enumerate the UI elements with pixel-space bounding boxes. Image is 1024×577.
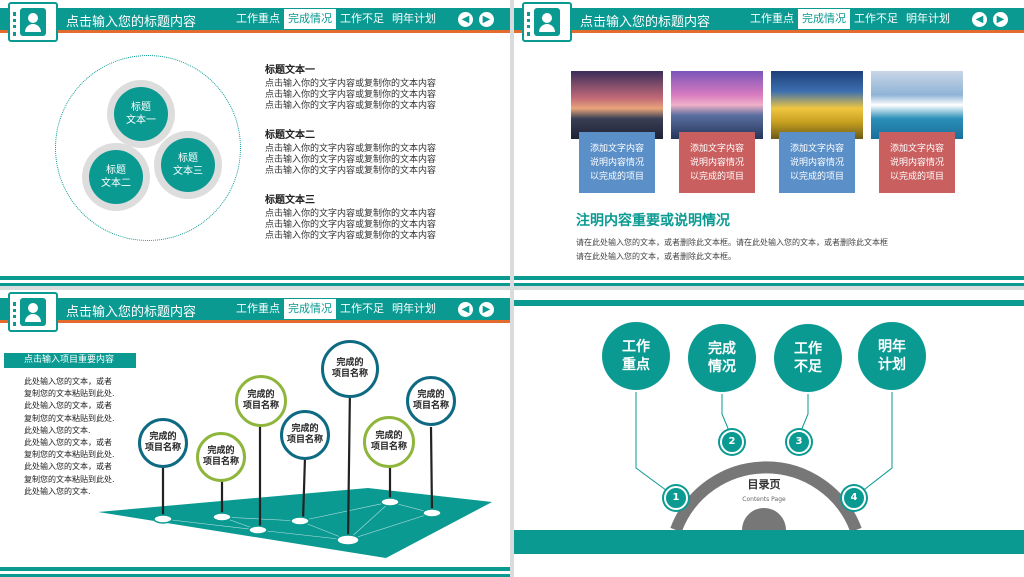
project-node-7[interactable]: 完成的 项目名称 [406, 376, 456, 426]
slide-thumbnail-2[interactable]: 点击输入您的标题内容 工作重点 完成情况 工作不足 明年计划 ◀ ▶ 添加文字内… [514, 0, 1024, 286]
footer-bar [0, 567, 510, 571]
slide-title[interactable]: 点击输入您的标题内容 [66, 11, 196, 30]
circle-label: 标题 文本三 [161, 138, 215, 192]
block-line: 点击输入你的文字内容或复制你的文本内容 [265, 209, 437, 219]
number-badge-1: 1 [664, 486, 688, 510]
project-map-graphic [98, 387, 492, 558]
footer-band [514, 530, 1024, 554]
slide-thumbnail-1[interactable]: 点击输入您的标题内容 工作重点 完成情况 工作不足 明年计划 ◀ ▶ 标题 文本… [0, 0, 510, 286]
text-block-2[interactable]: 标题文本二 点击输入你的文字内容或复制你的文本内容 点击输入你的文字内容或复制你… [265, 126, 505, 177]
tab-bar: 工作重点 完成情况 工作不足 明年计划 [746, 9, 954, 29]
circle-title-2[interactable]: 标题 文本二 [82, 143, 150, 211]
tab-next-year-plan[interactable]: 明年计划 [388, 9, 440, 29]
circle-label: 标题 文本一 [114, 87, 168, 141]
header-accent-line [514, 30, 1024, 33]
footer-bar [514, 276, 1024, 280]
project-node-6[interactable]: 完成的 项目名称 [363, 416, 415, 468]
caption-box-3[interactable]: 添加文字内容 说明内容情况 以完成的项目 [779, 132, 855, 193]
contents-subtitle: Contents Page [742, 496, 786, 503]
number-badge-3: 3 [787, 430, 811, 454]
text-block-1[interactable]: 标题文本一 点击输入你的文字内容或复制你的文本内容 点击输入你的文字内容或复制你… [265, 61, 505, 112]
block-line: 点击输入你的文字内容或复制你的文本内容 [265, 144, 437, 154]
chevron-left-icon[interactable]: ◀ [458, 12, 473, 27]
tab-completion[interactable]: 完成情况 [284, 9, 336, 29]
number-badge-2: 2 [720, 430, 744, 454]
block-title: 标题文本二 [265, 130, 315, 141]
block-line: 点击输入你的文字内容或复制你的文本内容 [265, 166, 437, 176]
circle-title-3[interactable]: 标题 文本三 [154, 131, 222, 199]
block-line: 点击输入你的文字内容或复制你的文本内容 [265, 220, 437, 230]
caption-box-2[interactable]: 添加文字内容 说明内容情况 以完成的项目 [679, 132, 755, 193]
contents-item-4[interactable]: 明年 计划 [858, 322, 926, 390]
photo-iceberg[interactable] [871, 71, 963, 139]
project-node-1[interactable]: 完成的 项目名称 [138, 418, 188, 468]
photo-dock-dusk[interactable] [671, 71, 763, 139]
contents-item-2[interactable]: 完成 情况 [688, 324, 756, 392]
footer-bar [0, 276, 510, 280]
project-node-4[interactable]: 完成的 项目名称 [280, 410, 330, 460]
contents-title: 目录页 [747, 478, 781, 491]
user-profile-icon [522, 2, 572, 42]
slide-title[interactable]: 点击输入您的标题内容 [580, 11, 710, 30]
footer-bar [514, 283, 1024, 286]
contents-item-3[interactable]: 工作 不足 [774, 324, 842, 392]
footer-bar [0, 283, 510, 286]
photo-golden-field[interactable] [771, 71, 863, 139]
block-title: 标题文本三 [265, 195, 315, 206]
chevron-right-icon[interactable]: ▶ [993, 12, 1008, 27]
contents-item-1[interactable]: 工作 重点 [602, 322, 670, 390]
tab-work-focus[interactable]: 工作重点 [232, 9, 284, 29]
slide-thumbnail-3[interactable]: 点击输入您的标题内容 工作重点 完成情况 工作不足 明年计划 ◀ ▶ 点击输入项… [0, 290, 510, 577]
tab-shortcomings[interactable]: 工作不足 [850, 9, 902, 29]
project-node-5[interactable]: 完成的 项目名称 [321, 340, 379, 398]
text-block-3[interactable]: 标题文本三 点击输入你的文字内容或复制你的文本内容 点击输入你的文字内容或复制你… [265, 191, 505, 242]
block-title: 标题文本一 [265, 65, 315, 76]
body-line-2: 请在此处输入您的文本，或者删除此文本框。 [576, 252, 736, 261]
user-profile-icon [8, 2, 58, 42]
number-badge-4: 4 [842, 486, 866, 510]
header-accent-line [0, 30, 510, 33]
block-line: 点击输入你的文字内容或复制你的文本内容 [265, 155, 437, 165]
photo-pier-sunset[interactable] [571, 71, 663, 139]
tab-bar: 工作重点 完成情况 工作不足 明年计划 [232, 9, 440, 29]
chevron-right-icon[interactable]: ▶ [479, 12, 494, 27]
tab-completion[interactable]: 完成情况 [798, 9, 850, 29]
tab-work-focus[interactable]: 工作重点 [746, 9, 798, 29]
chevron-left-icon[interactable]: ◀ [972, 12, 987, 27]
section-heading[interactable]: 注明内容重要或说明情况 [576, 210, 730, 230]
circle-title-1[interactable]: 标题 文本一 [107, 80, 175, 148]
caption-box-4[interactable]: 添加文字内容 说明内容情况 以完成的项目 [879, 132, 955, 193]
body-line-1: 请在此处输入您的文本，或者删除此文本框。请在此处输入您的文本，或者删除此文本框 [576, 238, 888, 247]
circle-label: 标题 文本二 [89, 150, 143, 204]
block-line: 点击输入你的文字内容或复制你的文本内容 [265, 101, 437, 111]
body-text[interactable]: 请在此处输入您的文本，或者删除此文本框。请在此处输入您的文本，或者删除此文本框 … [576, 236, 888, 264]
block-line: 点击输入你的文字内容或复制你的文本内容 [265, 231, 437, 241]
block-line: 点击输入你的文字内容或复制你的文本内容 [265, 79, 437, 89]
tab-shortcomings[interactable]: 工作不足 [336, 9, 388, 29]
slide-thumbnail-4[interactable]: 工作 重点 完成 情况 工作 不足 明年 计划 1 2 3 4 目录页 Cont… [514, 290, 1024, 577]
block-line: 点击输入你的文字内容或复制你的文本内容 [265, 90, 437, 100]
project-node-2[interactable]: 完成的 项目名称 [196, 432, 246, 482]
caption-box-1[interactable]: 添加文字内容 说明内容情况 以完成的项目 [579, 132, 655, 193]
tab-next-year-plan[interactable]: 明年计划 [902, 9, 954, 29]
project-node-3[interactable]: 完成的 项目名称 [235, 375, 287, 427]
